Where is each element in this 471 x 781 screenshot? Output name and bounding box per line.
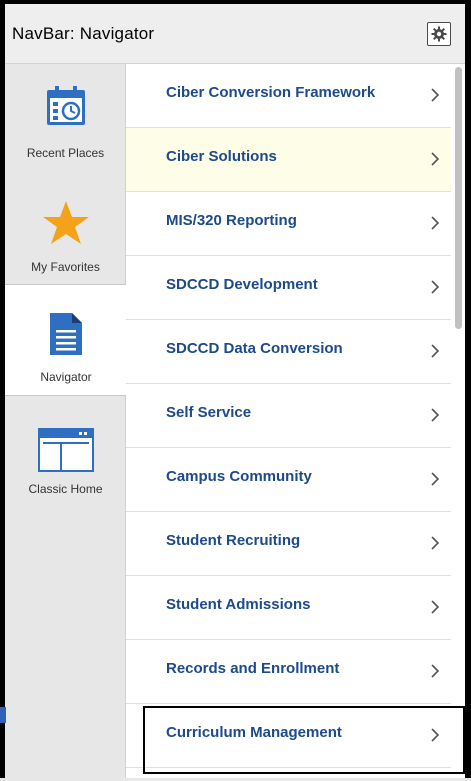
menu-item-label: Self Service [166,404,252,421]
menu-item-label: Ciber Conversion Framework [166,84,376,101]
menu-item-student-admissions[interactable]: Student Admissions [126,576,451,640]
menu-item-label: Ciber Solutions [166,148,277,165]
chevron-right-icon [431,664,440,678]
navbar-sidebar: Recent Places My Favorites Navigator Cla… [5,64,127,781]
menu-item-label: Campus Community [166,468,312,485]
menu-item-records-and-enrollment[interactable]: Records and Enrollment [126,640,451,704]
window-border-right [465,0,471,781]
menu-item-sdccd-development[interactable]: SDCCD Development [126,256,451,320]
menu-item-label: Records and Enrollment [166,660,340,677]
sidebar-item-recent-places[interactable]: Recent Places [5,64,126,174]
menu-item-self-service[interactable]: Self Service [126,384,451,448]
chevron-right-icon [431,88,440,102]
sidebar-item-classic-home[interactable]: Classic Home [5,396,126,506]
menu-item-student-recruiting[interactable]: Student Recruiting [126,512,451,576]
chevron-right-icon [431,472,440,486]
chevron-right-icon [431,216,440,230]
gear-icon [431,26,447,42]
navigator-menu: Ciber Conversion Framework Ciber Solutio… [126,64,451,781]
sidebar-item-my-favorites[interactable]: My Favorites [5,174,126,284]
settings-button[interactable] [427,22,451,46]
sidebar-item-label: Navigator [40,370,92,384]
edge-tab-marker [0,707,6,723]
sidebar-item-label: My Favorites [31,260,100,274]
recent-places-icon [46,86,85,125]
chevron-right-icon [431,280,440,294]
menu-item-label: Student Admissions [166,596,311,613]
menu-item-label: MIS/320 Reporting [166,212,297,229]
classic-home-icon [37,428,94,472]
window-border-top [0,0,471,4]
sidebar-item-label: Recent Places [26,146,105,160]
chevron-right-icon [431,408,440,422]
star-icon [42,201,89,244]
document-icon [50,313,82,355]
navbar-header: NavBar: Navigator [5,4,465,64]
chevron-right-icon [431,344,440,358]
window-border-left [0,0,5,781]
chevron-right-icon [431,600,440,614]
chevron-right-icon [431,536,440,550]
menu-item-ciber-solutions[interactable]: Ciber Solutions [126,128,451,192]
menu-item-mis-320-reporting[interactable]: MIS/320 Reporting [126,192,451,256]
menu-scrollbar[interactable] [452,64,465,781]
menu-item-label: SDCCD Development [166,276,318,293]
scrollbar-thumb[interactable] [455,67,462,329]
navbar-panel: NavBar: Navigator Recent Places My Favor… [0,0,471,781]
menu-item-label: Student Recruiting [166,532,301,549]
page-title: NavBar: Navigator [12,24,155,43]
focus-highlight-box [143,706,465,774]
sidebar-item-navigator[interactable]: Navigator [5,284,127,396]
sidebar-item-label: Classic Home [28,482,103,496]
menu-item-sdccd-data-conversion[interactable]: SDCCD Data Conversion [126,320,451,384]
menu-item-campus-community[interactable]: Campus Community [126,448,451,512]
chevron-right-icon [431,152,440,166]
menu-item-label: SDCCD Data Conversion [166,340,343,357]
menu-item-ciber-conversion-framework[interactable]: Ciber Conversion Framework [126,64,451,128]
